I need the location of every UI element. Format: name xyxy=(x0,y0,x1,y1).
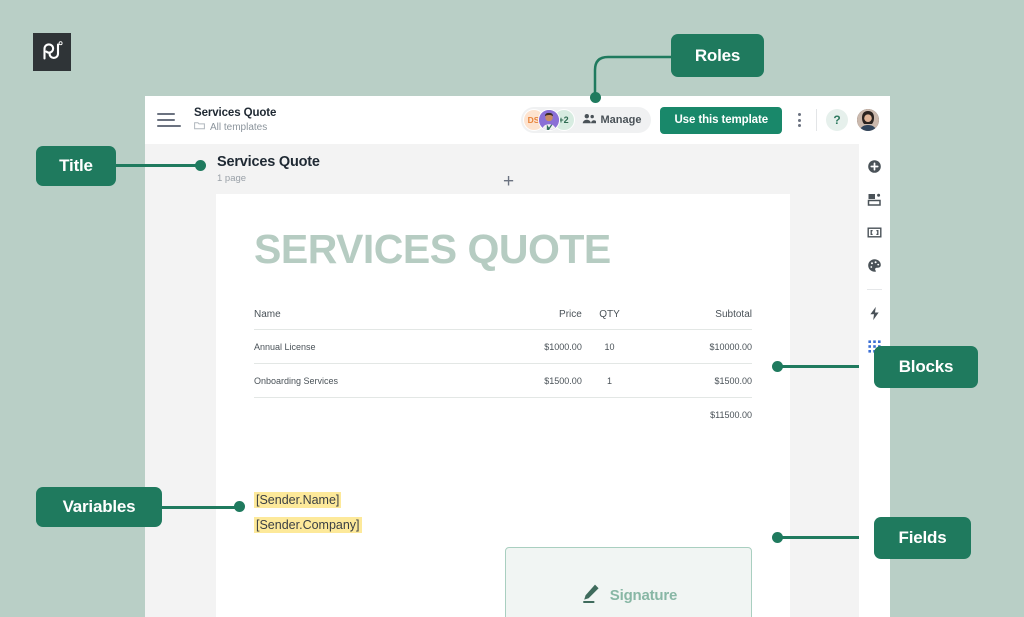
callout-title: Title xyxy=(36,146,116,186)
folder-icon xyxy=(194,121,205,133)
library-icon[interactable] xyxy=(865,190,884,209)
page-count: 1 page xyxy=(217,173,320,184)
callout-roles: Roles xyxy=(671,34,764,77)
pen-signature-icon xyxy=(580,583,601,609)
page-title: Services Quote xyxy=(217,154,320,170)
callout-variables: Variables xyxy=(36,487,162,527)
connector-roles xyxy=(588,48,684,104)
cell-price: $1500.00 xyxy=(481,364,582,398)
variables-block: [Sender.Name] [Sender.Company] xyxy=(254,491,752,541)
pandadoc-logo xyxy=(33,33,71,71)
cell-qty: 10 xyxy=(582,330,637,364)
pricing-table: Name Price QTY Subtotal Annual License $… xyxy=(254,309,752,431)
connector-variables xyxy=(162,506,240,509)
cell-empty xyxy=(481,398,582,432)
manage-roles-button[interactable]: Manage xyxy=(582,113,642,127)
theme-icon[interactable] xyxy=(865,256,884,275)
table-header-row: Name Price QTY Subtotal xyxy=(254,309,752,330)
manage-label: Manage xyxy=(601,114,642,126)
more-vertical-icon[interactable] xyxy=(791,113,807,127)
document-name: Services Quote xyxy=(194,107,276,119)
add-content-icon[interactable] xyxy=(865,157,884,176)
table-total-row: $11500.00 xyxy=(254,398,752,432)
help-icon[interactable]: ? xyxy=(826,109,848,131)
connector-dot-variables xyxy=(234,501,245,512)
variables-icon[interactable] xyxy=(865,223,884,242)
cell-subtotal: $10000.00 xyxy=(637,330,752,364)
automation-icon[interactable] xyxy=(865,304,884,323)
column-header-subtotal: Subtotal xyxy=(637,309,752,330)
cell-subtotal: $1500.00 xyxy=(637,364,752,398)
rail-divider xyxy=(867,289,882,290)
document-meta: Services Quote All templates xyxy=(194,107,276,133)
signature-label: Signature xyxy=(610,587,677,604)
cell-grand-total: $11500.00 xyxy=(637,398,752,432)
variable-token[interactable]: [Sender.Company] xyxy=(254,517,362,533)
avatar-photo[interactable] xyxy=(538,109,560,131)
signature-field[interactable]: Signature xyxy=(505,547,752,617)
connector-dot-blocks xyxy=(772,361,783,372)
callout-fields: Fields xyxy=(874,517,971,559)
cell-name: Onboarding Services xyxy=(254,364,481,398)
callout-blocks: Blocks xyxy=(874,346,978,388)
column-header-price: Price xyxy=(481,309,582,330)
document-heading: SERVICES QUOTE xyxy=(254,226,752,273)
connector-dot-fields xyxy=(772,532,783,543)
cell-empty xyxy=(582,398,637,432)
breadcrumb[interactable]: All templates xyxy=(194,121,276,133)
table-row[interactable]: Onboarding Services $1500.00 1 $1500.00 xyxy=(254,364,752,398)
cell-name: Annual License xyxy=(254,330,481,364)
plus-icon[interactable]: + xyxy=(503,175,521,193)
connector-dot-roles xyxy=(590,92,601,103)
table-row[interactable]: Annual License $1000.00 10 $10000.00 xyxy=(254,330,752,364)
cell-empty xyxy=(254,398,481,432)
use-this-template-button[interactable]: Use this template xyxy=(660,107,782,134)
connector-title xyxy=(116,164,200,167)
cell-qty: 1 xyxy=(582,364,637,398)
user-avatar[interactable] xyxy=(857,109,879,131)
toolbar-actions: DS +2 xyxy=(521,107,880,134)
hamburger-menu-icon[interactable] xyxy=(157,108,181,132)
cell-price: $1000.00 xyxy=(481,330,582,364)
variable-token[interactable]: [Sender.Name] xyxy=(254,492,341,508)
editor-canvas: SERVICES QUOTE Name Price QTY Subtotal A… xyxy=(145,194,859,617)
column-header-name: Name xyxy=(254,309,481,330)
connector-dot-title xyxy=(195,160,206,171)
column-header-qty: QTY xyxy=(582,309,637,330)
top-toolbar: Services Quote All templates DS xyxy=(145,96,890,144)
breadcrumb-label: All templates xyxy=(210,122,267,133)
people-icon xyxy=(582,113,596,127)
roles-avatar-group[interactable]: DS +2 xyxy=(521,107,652,133)
toolbar-divider xyxy=(816,109,817,131)
document-title-strip: Services Quote 1 page + xyxy=(145,144,890,194)
